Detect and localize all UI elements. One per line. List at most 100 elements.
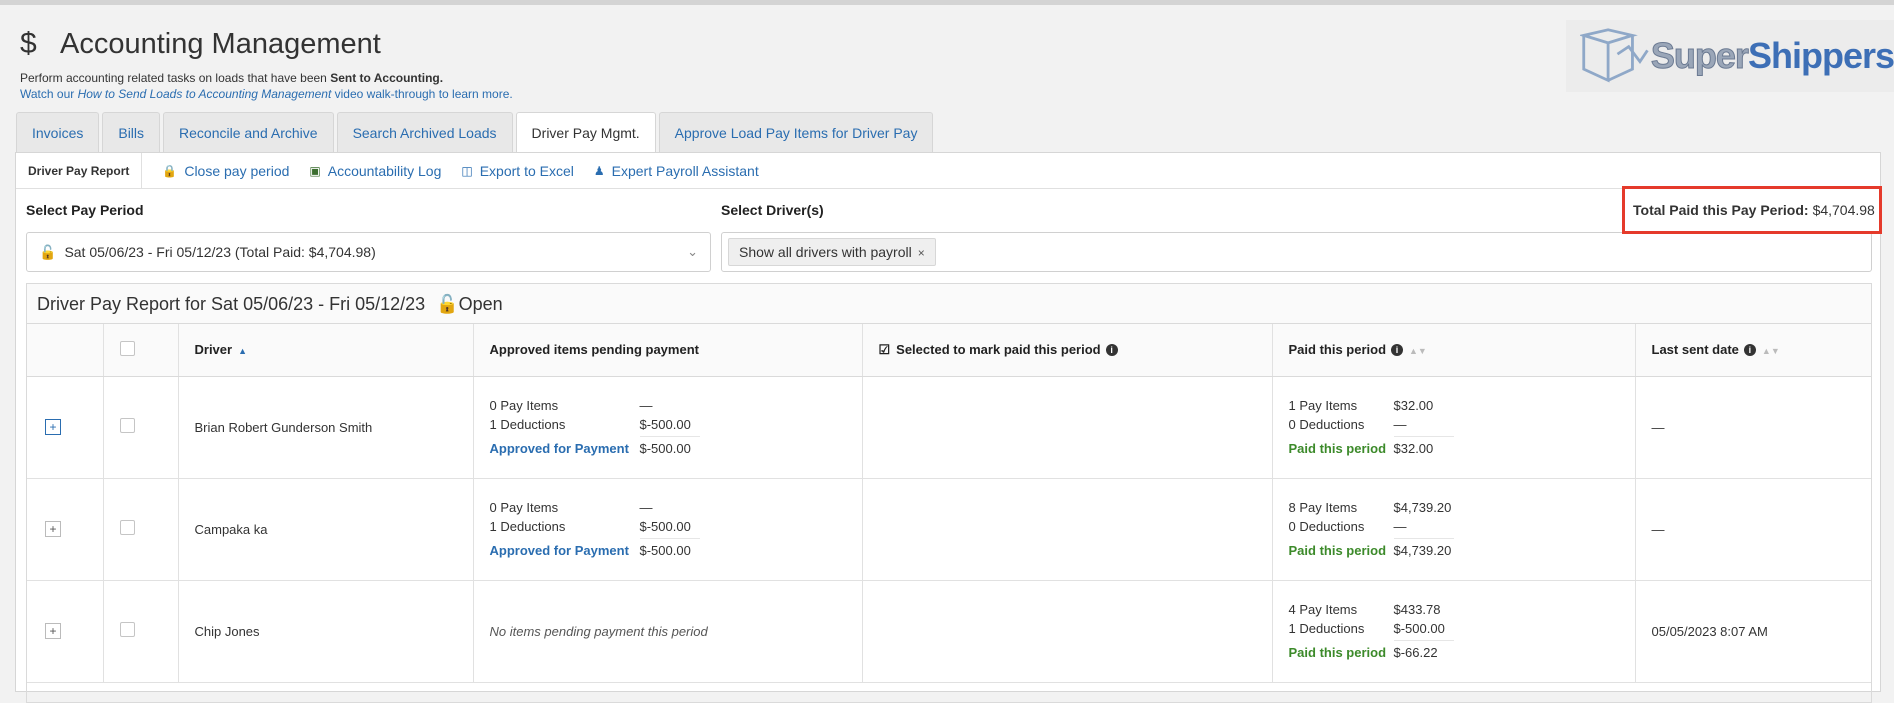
tab-bills[interactable]: Bills xyxy=(102,112,161,152)
drivers-select[interactable]: Show all drivers with payroll × xyxy=(721,232,1872,272)
driver-pay-report-tab[interactable]: Driver Pay Report xyxy=(16,152,143,189)
approved-for-payment-label: Approved for Payment xyxy=(489,441,629,456)
checkbox-cell xyxy=(103,478,179,581)
pay-items-label: 0 Pay Items xyxy=(489,398,559,413)
logo-box-icon xyxy=(1580,28,1649,83)
pay-items-label: 8 Pay Items xyxy=(1288,500,1358,515)
checkbox-cell xyxy=(103,580,179,683)
export-excel-button[interactable]: ◫ Export to Excel xyxy=(461,163,574,179)
pay-items-value: $433.78 xyxy=(1393,602,1441,617)
deductions-value: $-500.00 xyxy=(639,519,691,534)
expand-row-icon[interactable]: + xyxy=(45,419,61,435)
excel-icon: ◫ xyxy=(461,163,473,178)
pay-items-label: 4 Pay Items xyxy=(1288,602,1358,617)
selected-cell xyxy=(862,580,1273,683)
deductions-label: 0 Deductions xyxy=(1288,417,1365,432)
paid-cell: 4 Pay Items $433.78 1 Deductions $-500.00 … xyxy=(1272,580,1636,683)
approved-cell: 0 Pay Items — 1 Deductions $-500.00 Approv… xyxy=(473,478,863,581)
paid-cell: 1 Pay Items $32.00 0 Deductions — Paid thi… xyxy=(1272,376,1636,479)
export-excel-label: Export to Excel xyxy=(479,162,574,179)
tab-approve-load-pay[interactable]: Approve Load Pay Items for Driver Pay xyxy=(658,112,934,152)
expand-row-icon[interactable]: + xyxy=(45,623,61,639)
paid-column-header[interactable]: Paid this period i ▲▼ xyxy=(1272,324,1636,377)
chevron-down-icon: ⌄ xyxy=(687,244,698,259)
approved-for-payment-label: Approved for Payment xyxy=(489,543,629,558)
expand-row-icon[interactable]: + xyxy=(45,521,61,537)
deductions-value: — xyxy=(1393,519,1407,534)
deductions-value: — xyxy=(1393,417,1407,432)
tab-search-archived[interactable]: Search Archived Loads xyxy=(336,112,513,152)
logo-text-super: Super xyxy=(1650,35,1749,77)
subtitle-bold: Sent to Accounting. xyxy=(330,71,444,85)
row-checkbox[interactable] xyxy=(119,418,135,433)
watch-prefix: Watch our xyxy=(20,87,78,101)
approved-cell: 0 Pay Items — 1 Deductions $-500.00 Approv… xyxy=(473,376,863,479)
approved-summary: 0 Pay Items — 1 Deductions $-500.00 Approv… xyxy=(490,500,861,558)
driver-name: Campaka ka xyxy=(178,478,474,581)
row-checkbox[interactable] xyxy=(119,520,135,535)
approved-cell: No items pending payment this period xyxy=(473,580,863,683)
driver-pay-report: Driver Pay Report for Sat 05/06/23 - Fri… xyxy=(26,283,1872,703)
watch-suffix: video walk-through to learn more. xyxy=(331,87,513,101)
total-paid-label: Total Paid this Pay Period: xyxy=(1633,202,1809,218)
pay-period-value: Sat 05/06/23 - Fri 05/12/23 (Total Paid:… xyxy=(64,244,376,260)
total-paid-box: Total Paid this Pay Period: $4,704.98 xyxy=(1622,186,1882,234)
info-icon[interactable]: i xyxy=(1743,344,1756,357)
info-icon[interactable]: i xyxy=(1391,344,1404,357)
pay-period-select[interactable]: 🔓 Sat 05/06/23 - Fri 05/12/23 (Total Pai… xyxy=(26,232,711,272)
row-checkbox[interactable] xyxy=(119,622,135,637)
checkbox-checked-icon: ☑ xyxy=(878,341,891,357)
last-sent-header-label: Last sent date xyxy=(1651,342,1739,358)
paid-total-value: $-66.22 xyxy=(1393,645,1438,660)
page-title: Accounting Management xyxy=(60,27,381,60)
subtitle-text: Perform accounting related tasks on load… xyxy=(20,71,331,85)
drivers-label: Select Driver(s) xyxy=(721,202,824,218)
deductions-label: 0 Deductions xyxy=(1288,519,1365,534)
expand-column-header xyxy=(27,324,104,377)
paid-this-period-label: Paid this period xyxy=(1288,441,1387,456)
table-header-row: Driver ▲ Approved items pending payment ☑… xyxy=(27,324,1871,377)
paid-this-period-label: Paid this period xyxy=(1288,645,1387,660)
remove-chip-icon[interactable]: × xyxy=(918,246,925,260)
person-icon: ♟ xyxy=(593,163,605,178)
selected-cell xyxy=(862,478,1273,581)
payroll-assistant-button[interactable]: ♟ Expert Payroll Assistant xyxy=(594,163,759,179)
driver-column-header[interactable]: Driver ▲ xyxy=(178,324,474,377)
driver-filter-chip: Show all drivers with payroll × xyxy=(728,238,936,266)
driver-name: Chip Jones xyxy=(178,580,474,683)
tab-driver-pay[interactable]: Driver Pay Mgmt. xyxy=(515,112,656,153)
select-all-checkbox[interactable] xyxy=(119,340,135,356)
accountability-log-label: Accountability Log xyxy=(327,162,442,179)
selected-cell xyxy=(862,376,1273,479)
sort-asc-icon: ▲ xyxy=(238,346,247,357)
approved-total-value: $-500.00 xyxy=(639,441,691,456)
close-pay-period-button[interactable]: 🔒 Close pay period xyxy=(162,163,289,179)
accountability-log-button[interactable]: ▣ Accountability Log xyxy=(309,163,441,179)
sort-icon: ▲▼ xyxy=(1409,346,1427,357)
tab-reconcile-archive[interactable]: Reconcile and Archive xyxy=(163,112,334,152)
paid-total-value: $32.00 xyxy=(1393,441,1434,456)
checkbox-cell xyxy=(103,376,179,479)
paid-total-value: $4,739.20 xyxy=(1393,543,1452,558)
report-status: Open xyxy=(458,294,503,314)
paid-summary: 1 Pay Items $32.00 0 Deductions — Paid thi… xyxy=(1289,398,1634,456)
selected-header-label: Selected to mark paid this period xyxy=(896,341,1101,357)
pay-items-label: 0 Pay Items xyxy=(489,500,559,515)
driver-chip-label: Show all drivers with payroll xyxy=(739,244,912,260)
paid-summary: 8 Pay Items $4,739.20 0 Deductions — Paid … xyxy=(1289,500,1634,558)
info-icon[interactable]: i xyxy=(1105,343,1118,356)
sub-toolbar: Driver Pay Report 🔒 Close pay period ▣ Acc… xyxy=(16,152,1880,189)
sort-icon: ▲▼ xyxy=(1761,346,1780,357)
lock-icon: 🔒 xyxy=(162,163,178,178)
pay-items-value: $4,739.20 xyxy=(1393,500,1452,515)
paid-cell: 8 Pay Items $4,739.20 0 Deductions — Paid … xyxy=(1272,478,1636,581)
deductions-label: 1 Deductions xyxy=(1288,621,1365,636)
total-paid-value: $4,704.98 xyxy=(1812,202,1875,218)
pay-items-value: $32.00 xyxy=(1393,398,1434,413)
dollar-icon: $ xyxy=(20,27,37,60)
driver-name: Brian Robert Gunderson Smith xyxy=(178,376,474,479)
tab-invoices[interactable]: Invoices xyxy=(16,112,100,152)
pay-items-value: — xyxy=(639,398,653,413)
last-sent-column-header[interactable]: Last sent date i ▲▼ xyxy=(1635,324,1871,377)
video-link[interactable]: How to Send Loads to Accounting Manageme… xyxy=(78,87,332,101)
